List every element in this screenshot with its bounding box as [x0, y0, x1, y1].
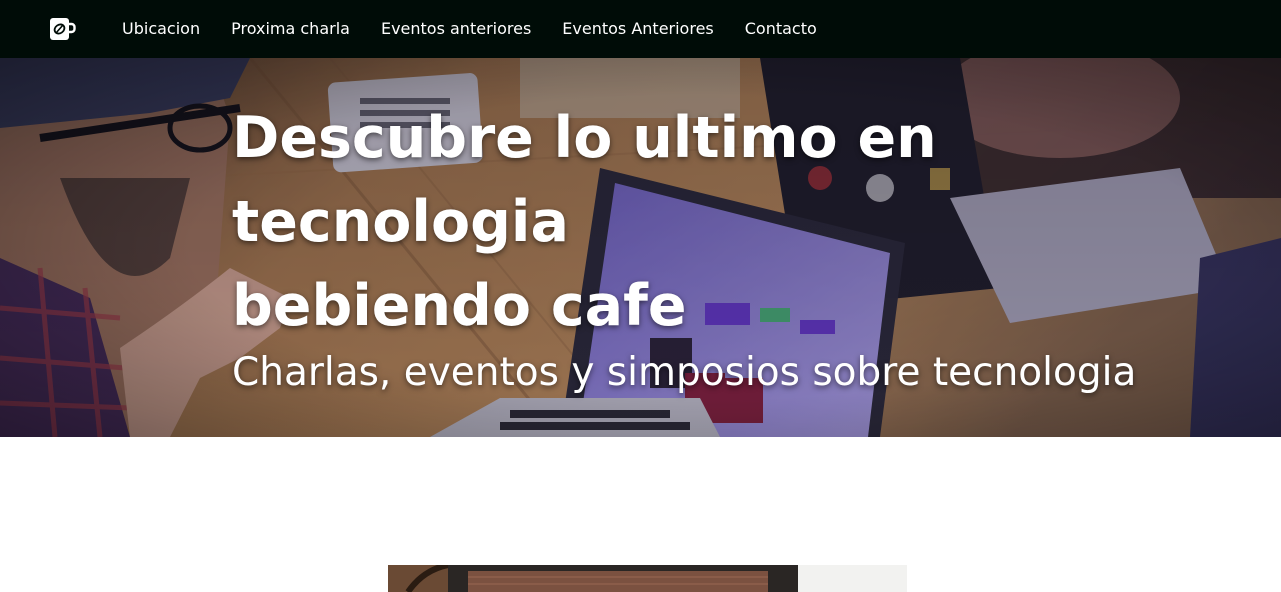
top-navbar: Ubicacion Proxima charla Eventos anterio… [0, 0, 1281, 58]
nav-link-eventos-anteriores-2[interactable]: Eventos Anteriores [562, 19, 713, 39]
nav-link-eventos-anteriores[interactable]: Eventos anteriores [381, 19, 531, 39]
hero-title: Descubre lo ultimo en tecnologia bebiend… [232, 96, 1272, 348]
nav-link-ubicacion[interactable]: Ubicacion [122, 19, 200, 39]
hero-text: Descubre lo ultimo en tecnologia bebiend… [232, 96, 1272, 400]
nav-link-proxima-charla[interactable]: Proxima charla [231, 19, 350, 39]
content-image [388, 565, 907, 592]
hero-subtitle: Charlas, eventos y simposios sobre tecno… [232, 350, 1137, 395]
brand-logo[interactable] [48, 15, 76, 43]
hero-title-line2: bebiendo cafe [232, 273, 687, 339]
event-photo [388, 565, 907, 592]
hero-section: Descubre lo ultimo en tecnologia bebiend… [0, 58, 1281, 437]
nav-link-contacto[interactable]: Contacto [745, 19, 817, 39]
nav-links: Ubicacion Proxima charla Eventos anterio… [122, 19, 817, 39]
coffee-cup-leaf-icon [50, 18, 76, 40]
hero-title-line1: Descubre lo ultimo en tecnologia [232, 105, 937, 255]
